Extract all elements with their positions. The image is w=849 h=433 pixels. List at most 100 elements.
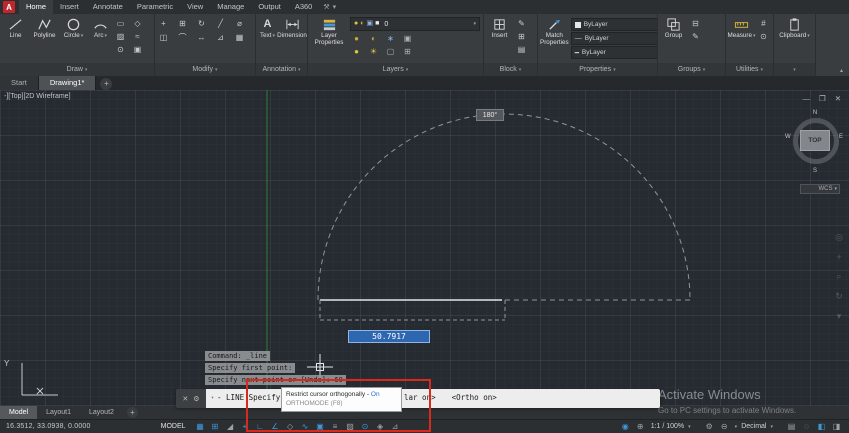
viewport-controls-label[interactable]: -][Top][2D Wireframe] — [4, 93, 71, 100]
drawing-canvas[interactable]: Y -][Top][2D Wireframe] — ❐ ✕ 180° 50.79… — [0, 90, 849, 406]
trim-icon[interactable]: ╱ — [214, 18, 227, 29]
caret-down-icon[interactable]: ▾ — [735, 424, 738, 430]
layout-tab-layout1[interactable]: Layout1 — [37, 406, 80, 419]
ribbon-collapse-icon[interactable]: ▴ — [834, 65, 849, 76]
block-panel-label[interactable]: Block ▾ — [484, 63, 537, 76]
annotation-panel-label[interactable]: Annotation ▾ — [256, 63, 307, 76]
minimize-icon[interactable]: — — [802, 94, 810, 103]
close-icon[interactable]: ✕ — [835, 94, 841, 103]
layer-color-swatch[interactable]: ■ — [375, 18, 379, 30]
polyline-button[interactable]: Polyline — [31, 15, 58, 40]
quick-calc-icon[interactable]: # — [757, 18, 770, 29]
viewcube-top-face[interactable]: TOP — [800, 130, 830, 151]
rectangle-icon[interactable]: ▭ — [114, 18, 127, 29]
array-icon[interactable]: ▦ — [233, 32, 246, 43]
caret-down-icon[interactable]: ▾ — [333, 3, 337, 11]
ellipse-icon[interactable]: ◇ — [131, 18, 144, 29]
dimension-button[interactable]: Dimension — [277, 15, 307, 40]
object-color-select[interactable]: ByLayer ▾ — [570, 18, 657, 31]
layer-lock-tool-icon[interactable]: ▣ — [401, 33, 414, 44]
lineweight-select[interactable]: ━ ByLayer ▾ — [570, 46, 657, 59]
layer-freeze-icon[interactable]: ◐ — [360, 18, 364, 30]
mirror-icon[interactable]: ◫ — [157, 32, 170, 43]
graphics-performance-icon[interactable]: ◧ — [815, 420, 828, 433]
circle-button[interactable]: Circle ▾ — [60, 15, 87, 40]
isolate-objects-icon[interactable]: ◌ — [800, 420, 813, 433]
insert-button[interactable]: Insert — [486, 15, 513, 40]
groups-panel-label[interactable]: Groups ▾ — [658, 63, 725, 76]
new-layout-plus-icon[interactable]: + — [126, 407, 138, 418]
layers-panel-label[interactable]: Layers ▾ — [308, 63, 483, 76]
define-attributes-icon[interactable]: ▤ — [515, 44, 528, 55]
restore-icon[interactable]: ❐ — [819, 94, 826, 103]
tab-parametric[interactable]: Parametric — [130, 0, 180, 14]
clipboard-button[interactable]: Clipboard ▾ — [778, 15, 812, 40]
properties-panel-label[interactable]: Properties ▾ — [538, 63, 657, 76]
edit-attributes-icon[interactable]: ✎ — [515, 18, 528, 29]
autoscale-icon[interactable]: ⊕ — [634, 420, 647, 433]
navbar-menu-icon[interactable]: ▾ — [835, 311, 843, 322]
fillet-icon[interactable]: ⌒ — [176, 32, 189, 43]
viewcube-north[interactable]: N — [786, 110, 844, 116]
layout-tab-model[interactable]: Model — [0, 406, 38, 419]
tab-a360[interactable]: A360 — [288, 0, 320, 14]
point-icon[interactable]: ⊙ — [114, 44, 127, 55]
new-drawing-plus-icon[interactable]: + — [100, 78, 113, 90]
viewcube[interactable]: N W E S TOP WCS ▾ — [785, 108, 844, 196]
clean-screen-icon[interactable]: ◨ — [830, 420, 843, 433]
wcs-dropdown[interactable]: WCS ▾ — [800, 184, 840, 194]
arc-button[interactable]: Arc ▾ — [89, 15, 112, 40]
caret-down-icon[interactable]: ▾ — [770, 424, 773, 430]
tab-manage[interactable]: Manage — [210, 0, 251, 14]
layer-unlock-icon[interactable]: ▢ — [384, 46, 397, 57]
tab-home[interactable]: Home — [19, 0, 54, 14]
create-block-icon[interactable]: ⊞ — [515, 31, 528, 42]
match-properties-button[interactable]: Match Properties — [540, 15, 569, 47]
group-button[interactable]: Group — [660, 15, 687, 40]
layer-thaw-icon[interactable]: ☀ — [367, 46, 380, 57]
tab-view[interactable]: View — [180, 0, 210, 14]
layer-off-icon[interactable]: ● — [350, 33, 363, 44]
group-edit-icon[interactable]: ✎ — [689, 31, 702, 42]
workspace-switching-icon[interactable]: ⚙ — [703, 420, 716, 433]
layer-on-icon[interactable]: ● — [354, 18, 358, 30]
close-icon[interactable]: ✕ — [182, 395, 188, 403]
linetype-select[interactable]: — ByLayer ▾ — [570, 32, 657, 45]
region-icon[interactable]: ▣ — [131, 44, 144, 55]
customize-icon[interactable]: ⚙ — [193, 395, 199, 403]
text-button[interactable]: A Text ▾ — [258, 15, 277, 40]
ungroup-icon[interactable]: ⊟ — [689, 18, 702, 29]
viewcube-south[interactable]: S — [786, 168, 844, 174]
annotation-monitor-icon[interactable]: ⊖ — [718, 420, 731, 433]
line-button[interactable]: Line — [2, 15, 29, 40]
snap-mode-icon[interactable]: ⊞ — [209, 420, 222, 433]
utilities-panel-label[interactable]: Utilities ▾ — [726, 63, 773, 76]
infer-constraints-icon[interactable]: ◢ — [224, 420, 237, 433]
id-point-icon[interactable]: ⊙ — [757, 31, 770, 42]
clipboard-panel-label[interactable]: ▾ — [774, 63, 815, 76]
zoom-icon[interactable]: ⌕ — [835, 271, 843, 282]
layer-select[interactable]: ● ◐ ▣ ■ 0 ▾ — [350, 17, 480, 31]
steering-wheel-icon[interactable]: ◎ — [835, 232, 843, 243]
stretch-icon[interactable]: ↔ — [195, 32, 208, 43]
layer-lock-icon[interactable]: ▣ — [366, 18, 373, 30]
model-space-button[interactable]: MODEL — [161, 423, 186, 430]
caret-down-icon[interactable]: ▾ — [211, 395, 214, 401]
copy-icon[interactable]: ⊞ — [176, 18, 189, 29]
modify-panel-label[interactable]: Modify ▾ — [155, 63, 255, 76]
file-tab-start[interactable]: Start — [0, 76, 39, 90]
layer-properties-button[interactable]: Layer Properties — [310, 15, 348, 47]
erase-icon[interactable]: ⌀ — [233, 18, 246, 29]
viewcube-west[interactable]: W — [785, 134, 791, 140]
layer-isolate-icon[interactable]: ◐ — [367, 33, 380, 44]
autocad-logo[interactable]: A — [3, 1, 15, 13]
quick-properties-icon[interactable]: ▤ — [785, 420, 798, 433]
viewcube-east[interactable]: E — [839, 134, 843, 140]
units-button[interactable]: Decimal — [741, 423, 766, 430]
tab-insert[interactable]: Insert — [53, 0, 86, 14]
move-icon[interactable]: + — [157, 18, 170, 29]
revision-cloud-icon[interactable]: ≈ — [131, 31, 144, 42]
draw-panel-label[interactable]: Draw ▾ — [0, 63, 154, 76]
hatch-icon[interactable]: ▨ — [114, 31, 127, 42]
caret-down-icon[interactable]: ▾ — [688, 424, 691, 430]
